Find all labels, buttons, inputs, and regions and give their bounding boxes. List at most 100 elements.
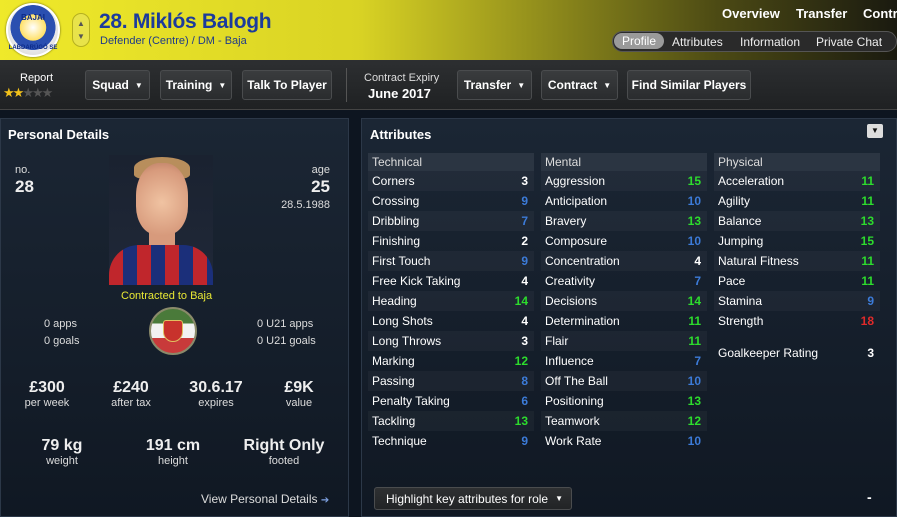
attribute-row[interactable]: Concentration 4 — [541, 251, 707, 271]
attribute-value: 10 — [687, 234, 701, 248]
attribute-name: Determination — [545, 314, 620, 328]
contracted-to[interactable]: Contracted to Baja — [121, 290, 212, 302]
attribute-row[interactable]: Aggression 15 — [541, 171, 707, 191]
attribute-row[interactable]: Long Shots 4 — [368, 311, 534, 331]
squad-button[interactable]: Squad ▼ — [85, 70, 150, 100]
player-photo — [109, 155, 213, 285]
find-similar-players-button[interactable]: Find Similar Players — [627, 70, 751, 100]
chevron-up-icon[interactable]: ▲ — [73, 19, 89, 29]
attribute-name: Positioning — [545, 394, 604, 408]
attribute-value: 11 — [688, 334, 701, 348]
attribute-row[interactable]: Agility 11 — [714, 191, 880, 211]
attribute-row[interactable]: Creativity 7 — [541, 271, 707, 291]
weight-label: weight — [46, 455, 78, 467]
height-stat: 191 cm height — [133, 437, 213, 467]
attribute-row[interactable]: Composure 10 — [541, 231, 707, 251]
report-label[interactable]: Report — [20, 72, 53, 84]
attribute-name: Flair — [545, 334, 569, 348]
attribute-row[interactable]: Corners 3 — [368, 171, 534, 191]
goals: 0 goals — [44, 335, 80, 347]
goalkeeper-rating-label: Goalkeeper Rating — [718, 346, 819, 360]
attribute-row[interactable]: Flair 11 — [541, 331, 707, 351]
contract-expiry-label: Contract Expiry — [364, 72, 440, 84]
panel-options-icon[interactable]: ▼ — [867, 124, 883, 138]
subtab-attributes[interactable]: Attributes — [672, 35, 723, 49]
highlight-role-dropdown[interactable]: Highlight key attributes for role ▼ — [374, 487, 572, 510]
subtab-profile[interactable]: Profile — [614, 33, 665, 49]
attribute-row[interactable]: Pace 11 — [714, 271, 880, 291]
attribute-row[interactable]: Teamwork 12 — [541, 411, 707, 431]
attribute-value: 8 — [521, 374, 528, 388]
attribute-row[interactable]: First Touch 9 — [368, 251, 534, 271]
attribute-row[interactable]: Crossing 9 — [368, 191, 534, 211]
attribute-row[interactable]: Passing 8 — [368, 371, 534, 391]
attribute-row[interactable]: Jumping 15 — [714, 231, 880, 251]
value-value: £9K — [284, 379, 314, 396]
attribute-value: 11 — [861, 174, 874, 188]
attribute-value: 11 — [861, 274, 874, 288]
attribute-row[interactable]: Anticipation 10 — [541, 191, 707, 211]
attribute-row[interactable]: Bravery 13 — [541, 211, 707, 231]
attribute-row[interactable]: Finishing 2 — [368, 231, 534, 251]
attribute-row[interactable]: Marking 12 — [368, 351, 534, 371]
attribute-row[interactable]: Stamina 9 — [714, 291, 880, 311]
attribute-row[interactable]: Determination 11 — [541, 311, 707, 331]
club-logo[interactable]: BAJAI LABDARÚGÓ SE — [6, 3, 60, 57]
attribute-name: Marking — [372, 354, 415, 368]
attribute-row[interactable]: Influence 7 — [541, 351, 707, 371]
subtab-information[interactable]: Information — [740, 35, 800, 49]
attribute-row[interactable]: Heading 14 — [368, 291, 534, 311]
after-tax-label: after tax — [111, 397, 151, 409]
attribute-row[interactable]: Dribbling 7 — [368, 211, 534, 231]
attribute-value: 7 — [694, 354, 701, 368]
attribute-value: 12 — [514, 354, 528, 368]
personal-details-panel: Personal Details no. 28 age 25 28.5.1988… — [0, 118, 349, 517]
attribute-row[interactable]: Free Kick Taking 4 — [368, 271, 534, 291]
footed-value: Right Only — [243, 437, 325, 454]
attribute-row[interactable]: Positioning 13 — [541, 391, 707, 411]
attribute-value: 9 — [521, 254, 528, 268]
attribute-row[interactable]: Technique 9 — [368, 431, 534, 451]
attribute-name: Pace — [718, 274, 746, 288]
wage-label: per week — [24, 397, 70, 409]
attribute-row[interactable]: Decisions 14 — [541, 291, 707, 311]
attribute-name: Free Kick Taking — [372, 274, 461, 288]
attribute-row[interactable]: Strength 18 — [714, 311, 880, 331]
attribute-row[interactable]: Penalty Taking 6 — [368, 391, 534, 411]
attribute-name: Technique — [372, 434, 427, 448]
contract-button[interactable]: Contract ▼ — [541, 70, 618, 100]
tab-overview[interactable]: Overview — [722, 6, 780, 21]
attribute-name: Strength — [718, 314, 764, 328]
player-nav-arrows[interactable]: ▲ ▼ — [72, 13, 90, 47]
collapse-button[interactable]: - — [867, 489, 872, 505]
talk-to-player-button[interactable]: Talk To Player — [242, 70, 332, 100]
attribute-row[interactable]: Off The Ball 10 — [541, 371, 707, 391]
report-star-rating[interactable]: ★★★★★ — [3, 85, 53, 101]
nation-flag-icon[interactable] — [149, 307, 197, 355]
attribute-name: Off The Ball — [545, 374, 608, 388]
tab-contract[interactable]: Contr — [863, 6, 897, 21]
attribute-row[interactable]: Balance 13 — [714, 211, 880, 231]
mental-column: Mental Aggression 15 Anticipation 10 Bravery… — [541, 153, 707, 451]
attribute-row[interactable]: Tackling 13 — [368, 411, 534, 431]
tab-transfer[interactable]: Transfer — [796, 6, 847, 21]
training-button[interactable]: Training ▼ — [160, 70, 232, 100]
subtab-private-chat[interactable]: Private Chat — [816, 35, 882, 49]
arrow-right-icon: ➔ — [320, 495, 330, 506]
attribute-name: Concentration — [545, 254, 620, 268]
attribute-row[interactable]: Long Throws 3 — [368, 331, 534, 351]
attribute-row[interactable]: Natural Fitness 11 — [714, 251, 880, 271]
age-label: age — [311, 164, 330, 176]
attribute-name: Jumping — [718, 234, 764, 248]
club-logo-text-top: BAJAI — [20, 13, 45, 22]
transfer-button[interactable]: Transfer ▼ — [457, 70, 532, 100]
club-logo-text-bottom: LABDARÚGÓ SE — [8, 45, 58, 51]
attribute-row[interactable]: Work Rate 10 — [541, 431, 707, 451]
attribute-row[interactable]: Acceleration 11 — [714, 171, 880, 191]
expires-value: 30.6.17 — [189, 379, 243, 396]
height-label: height — [158, 455, 188, 467]
attribute-name: Agility — [718, 194, 751, 208]
view-personal-details-link[interactable]: View Personal Details ➔ — [201, 492, 329, 506]
toolbar-divider — [346, 68, 347, 102]
chevron-down-icon[interactable]: ▼ — [73, 32, 89, 42]
